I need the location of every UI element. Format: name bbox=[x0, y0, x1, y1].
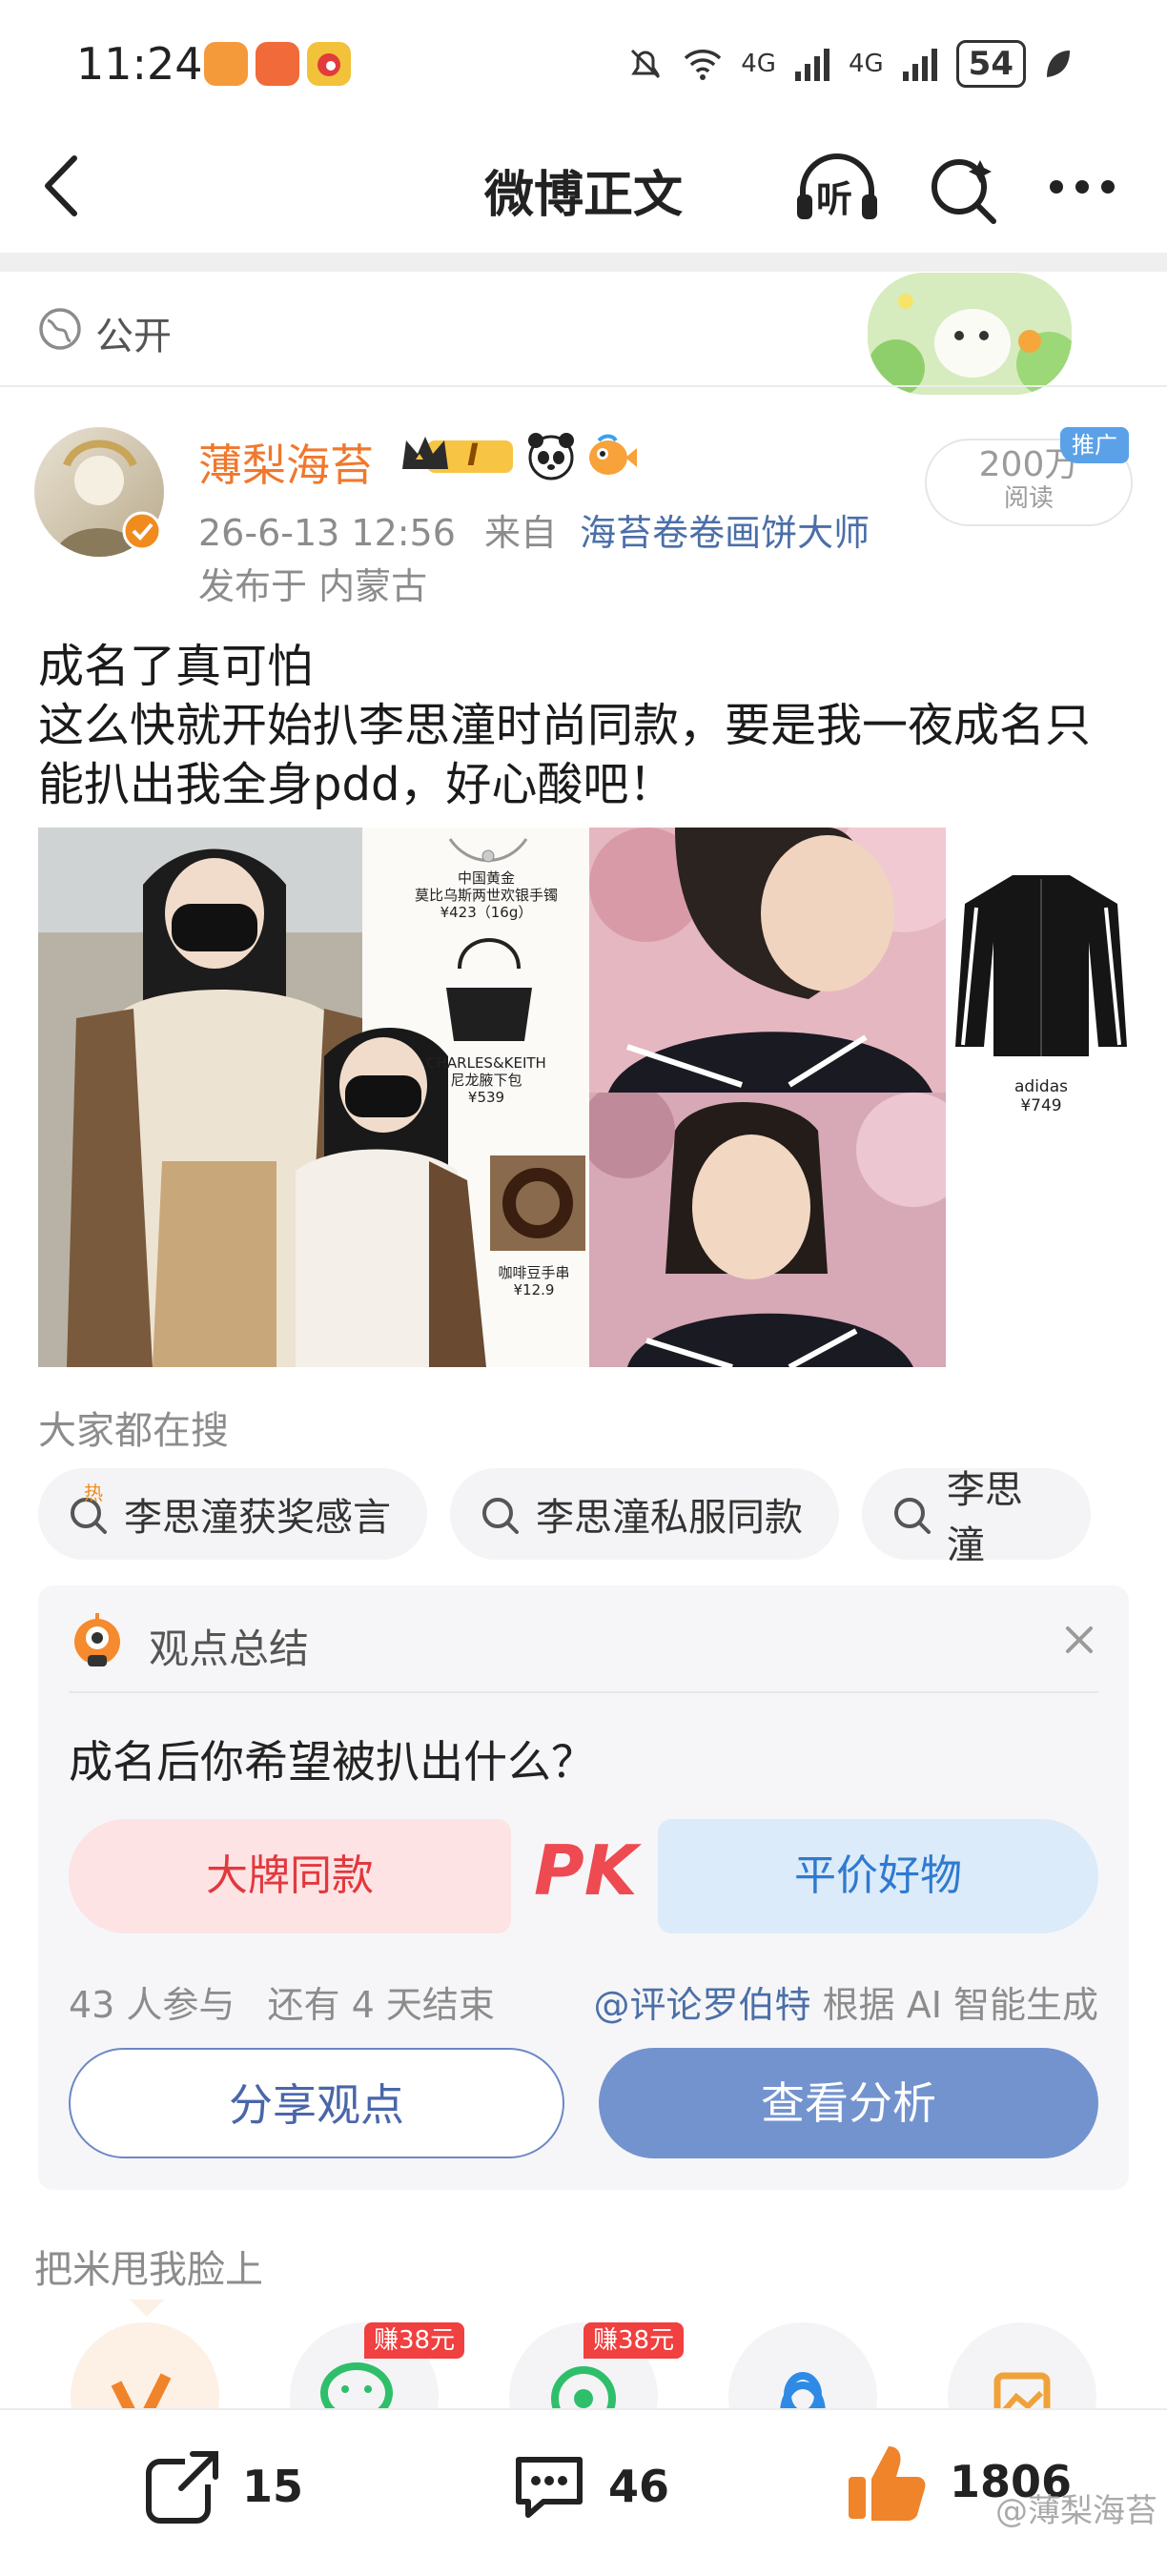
search-chip[interactable]: 热 李思潼获奖感言 bbox=[38, 1468, 427, 1560]
product-brand: 中国黄金 bbox=[457, 869, 515, 887]
product-price: ¥12.9 bbox=[513, 1281, 555, 1298]
photo-portrait bbox=[589, 828, 946, 1093]
pointer-triangle bbox=[130, 2300, 164, 2317]
read-label: 阅读 bbox=[1003, 484, 1054, 513]
pk-label-text: PK bbox=[534, 1830, 638, 1911]
crown-icon bbox=[402, 437, 513, 473]
post-image-1[interactable]: 中国黄金 莫比乌斯两世欢银手镯 ¥423（16g） CHARLES&KEITH … bbox=[38, 828, 589, 1367]
search-chip[interactable]: 李思潼私服同款 bbox=[450, 1468, 839, 1560]
watermark: @薄梨海苔 bbox=[995, 2492, 1157, 2530]
leaf-icon bbox=[1047, 51, 1070, 77]
credit-text: 根据 AI 智能生成 bbox=[822, 1984, 1098, 2026]
comment-count: 46 bbox=[608, 2461, 670, 2512]
post-image-2[interactable] bbox=[589, 828, 946, 1093]
pk-label: PK bbox=[534, 1830, 638, 1911]
share-opinion-button[interactable]: 分享观点 bbox=[69, 2048, 564, 2158]
search-icon bbox=[482, 1498, 519, 1534]
listen-label: 听 bbox=[816, 178, 853, 220]
trending-searches-title: 大家都在搜 bbox=[38, 1409, 229, 1453]
vip-level: I bbox=[467, 437, 479, 473]
comment-button[interactable]: 46 bbox=[509, 2446, 669, 2526]
battery-level: 54 bbox=[955, 40, 1026, 88]
share-section-title: 把米甩我脸上 bbox=[34, 2248, 263, 2292]
comment-icon bbox=[516, 2457, 583, 2518]
search-chip-label: 李思潼 bbox=[946, 1468, 1023, 1567]
product-list: 中国黄金 莫比乌斯两世欢银手镯 ¥423（16g） CHARLES&KEITH … bbox=[383, 828, 589, 1367]
post-image-4[interactable]: adidas ¥749 bbox=[946, 828, 1136, 1367]
earn-badge: 赚38元 bbox=[584, 2322, 685, 2359]
app-notification-icon bbox=[256, 42, 299, 86]
card-title: 观点总结 bbox=[149, 1625, 310, 1672]
search-chip[interactable]: 李思潼 bbox=[862, 1468, 1091, 1567]
divider bbox=[69, 1691, 1098, 1693]
network-label: 4G bbox=[741, 50, 776, 78]
post-location: 发布于 内蒙古 bbox=[198, 565, 428, 607]
product-price: ¥423（16g） bbox=[440, 904, 533, 921]
search-icon[interactable] bbox=[925, 151, 1001, 227]
listen-button[interactable]: 听 bbox=[793, 153, 881, 225]
bracelet-image bbox=[448, 838, 528, 863]
network-label: 4G bbox=[848, 50, 884, 78]
search-chip-label: 李思潼获奖感言 bbox=[124, 1496, 391, 1540]
more-options-icon[interactable] bbox=[1047, 175, 1117, 198]
handbag-image bbox=[446, 938, 532, 1041]
poll-remaining: 还有 4 天结束 bbox=[267, 1984, 495, 2026]
divider bbox=[0, 385, 1167, 387]
earn-badge: 赚38元 bbox=[364, 2322, 465, 2359]
poll-option-b[interactable]: 平价好物 bbox=[658, 1819, 1098, 1933]
repost-icon bbox=[146, 2446, 223, 2524]
ai-credit: @评论罗伯特 根据 AI 智能生成 bbox=[594, 1975, 1098, 2028]
hot-badge: 热 bbox=[84, 1482, 103, 1504]
decoration-banner bbox=[868, 273, 1072, 395]
author-name[interactable]: 薄梨海苔 bbox=[198, 431, 374, 494]
vip-level-badge: I bbox=[399, 431, 519, 479]
product-brand: adidas bbox=[1014, 1077, 1068, 1096]
post-source[interactable]: 海苔卷卷画饼大师 bbox=[580, 512, 870, 554]
wifi-icon bbox=[685, 50, 722, 80]
product-price: ¥749 bbox=[1020, 1096, 1062, 1115]
poll-stats: 43 人参与 还有 4 天结束 bbox=[69, 1975, 495, 2028]
thumbs-up-icon bbox=[849, 2446, 926, 2521]
product-desc: 莫比乌斯两世欢银手镯 bbox=[414, 887, 558, 904]
poll-question: 成名后你希望被扒出什么？ bbox=[69, 1736, 595, 1788]
repost-count: 15 bbox=[242, 2461, 304, 2512]
bead-bracelet-image bbox=[490, 1155, 585, 1251]
panda-icon bbox=[528, 433, 574, 480]
status-time: 11:24 bbox=[76, 38, 203, 90]
product-brand: CHARLES&KEITH bbox=[426, 1054, 546, 1072]
post-text-line: 成名了真可怕 bbox=[38, 640, 314, 693]
repost-button[interactable]: 15 bbox=[143, 2446, 303, 2526]
fish-icon bbox=[589, 434, 637, 475]
promo-badge: 推广 bbox=[1060, 427, 1129, 463]
globe-icon bbox=[39, 308, 81, 350]
post-meta: 26-6-13 12:56 来自 海苔卷卷画饼大师 bbox=[198, 503, 870, 556]
search-icon bbox=[894, 1498, 931, 1534]
verified-badge-icon bbox=[122, 511, 162, 551]
weibo-app-icon bbox=[307, 42, 351, 86]
post-text-line: 这么快就开始扒李思潼时尚同款，要是我一夜成名只能扒出我全身pdd，好心酸吧！ bbox=[38, 699, 1092, 811]
signal-icon bbox=[902, 49, 937, 81]
credit-user[interactable]: @评论罗伯特 bbox=[594, 1984, 811, 2026]
poll-option-a[interactable]: 大牌同款 bbox=[69, 1819, 511, 1933]
search-chip-label: 李思潼私服同款 bbox=[536, 1496, 803, 1540]
photo-portrait bbox=[589, 1093, 946, 1367]
signal-icon bbox=[794, 49, 829, 81]
app-notification-icon bbox=[204, 42, 248, 86]
post-body: 成名了真可怕 这么快就开始扒李思潼时尚同款，要是我一夜成名只能扒出我全身pdd，… bbox=[38, 637, 1135, 814]
status-icons: 4G 4G 54 bbox=[626, 40, 1072, 88]
source-prefix: 来自 bbox=[484, 512, 558, 554]
post-timestamp: 26-6-13 12:56 bbox=[198, 512, 456, 554]
close-icon[interactable] bbox=[1060, 1621, 1098, 1659]
product-price: ¥539 bbox=[467, 1089, 505, 1106]
divider bbox=[0, 253, 1167, 272]
mute-icon bbox=[631, 49, 661, 79]
post-image-3[interactable] bbox=[589, 1093, 946, 1367]
robot-mascot-icon bbox=[74, 1613, 120, 1666]
view-analysis-button[interactable]: 查看分析 bbox=[599, 2048, 1098, 2158]
product-desc: 咖啡豆手串 bbox=[498, 1264, 570, 1281]
participant-count: 43 人参与 bbox=[69, 1984, 235, 2026]
visibility-label: 公开 bbox=[95, 315, 172, 358]
product-desc: 尼龙腋下包 bbox=[450, 1072, 522, 1089]
jacket-image bbox=[955, 875, 1127, 1056]
